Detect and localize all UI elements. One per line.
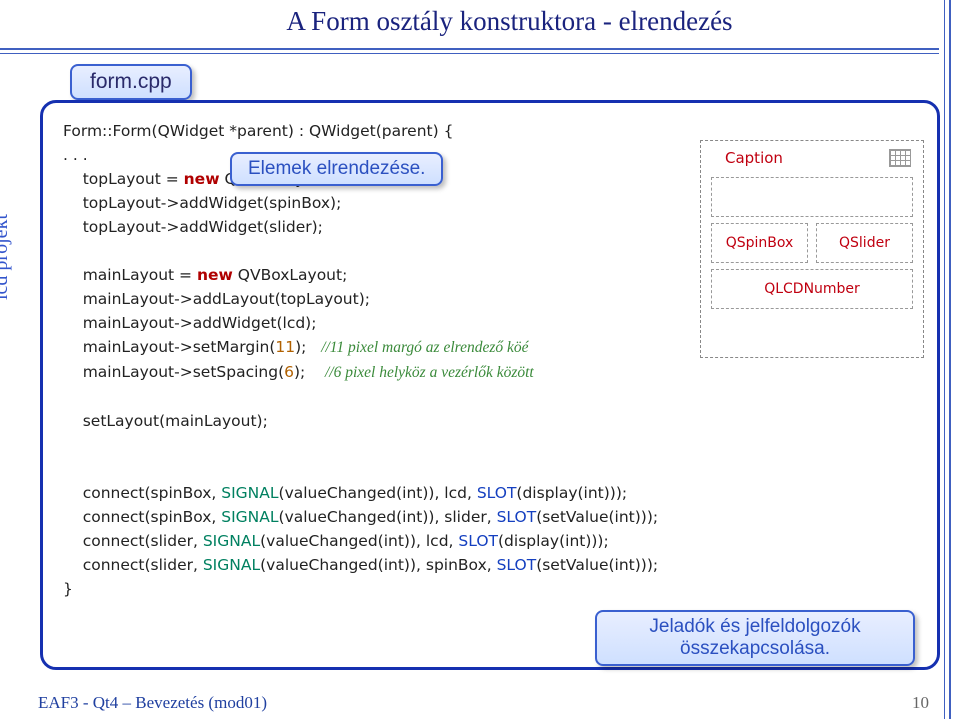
code-line	[63, 385, 917, 409]
resize-handle-icon	[889, 149, 911, 167]
code-line: mainLayout->setSpacing(6); //6 pixel hel…	[63, 360, 917, 385]
decor-rule-right-thick	[949, 0, 951, 719]
code-line: connect(spinBox, SIGNAL(valueChanged(int…	[63, 505, 917, 529]
diagram-caption: Caption	[725, 149, 783, 167]
diagram-qspinbox: QSpinBox	[711, 223, 808, 263]
callout-layout: Elemek elrendezése.	[230, 152, 443, 186]
decor-rule-top-thick	[0, 48, 939, 50]
callout-signals: Jeladók és jelfeldolgozók összekapcsolás…	[595, 610, 915, 666]
decor-rule-right-thin	[944, 0, 945, 719]
layout-diagram: Caption QSpinBox QSlider QLCDNumber	[700, 140, 924, 358]
code-line: connect(slider, SIGNAL(valueChanged(int)…	[63, 529, 917, 553]
code-line	[63, 433, 917, 457]
diagram-qslider: QSlider	[816, 223, 913, 263]
diagram-qlcdnumber: QLCDNumber	[711, 269, 913, 309]
side-label: lcd projekt	[0, 214, 13, 300]
code-line: }	[63, 577, 917, 601]
code-line: setLayout(mainLayout);	[63, 409, 917, 433]
footer-text: EAF3 - Qt4 – Bevezetés (mod01)	[38, 693, 267, 713]
code-line: connect(spinBox, SIGNAL(valueChanged(int…	[63, 481, 917, 505]
decor-rule-top-thin	[0, 53, 939, 54]
diagram-placeholder	[711, 177, 913, 217]
code-line	[63, 457, 917, 481]
filename-badge: form.cpp	[70, 64, 192, 100]
code-line: connect(slider, SIGNAL(valueChanged(int)…	[63, 553, 917, 577]
page-number: 10	[912, 693, 929, 713]
page-title: A Form osztály konstruktora - elrendezés	[100, 0, 919, 45]
